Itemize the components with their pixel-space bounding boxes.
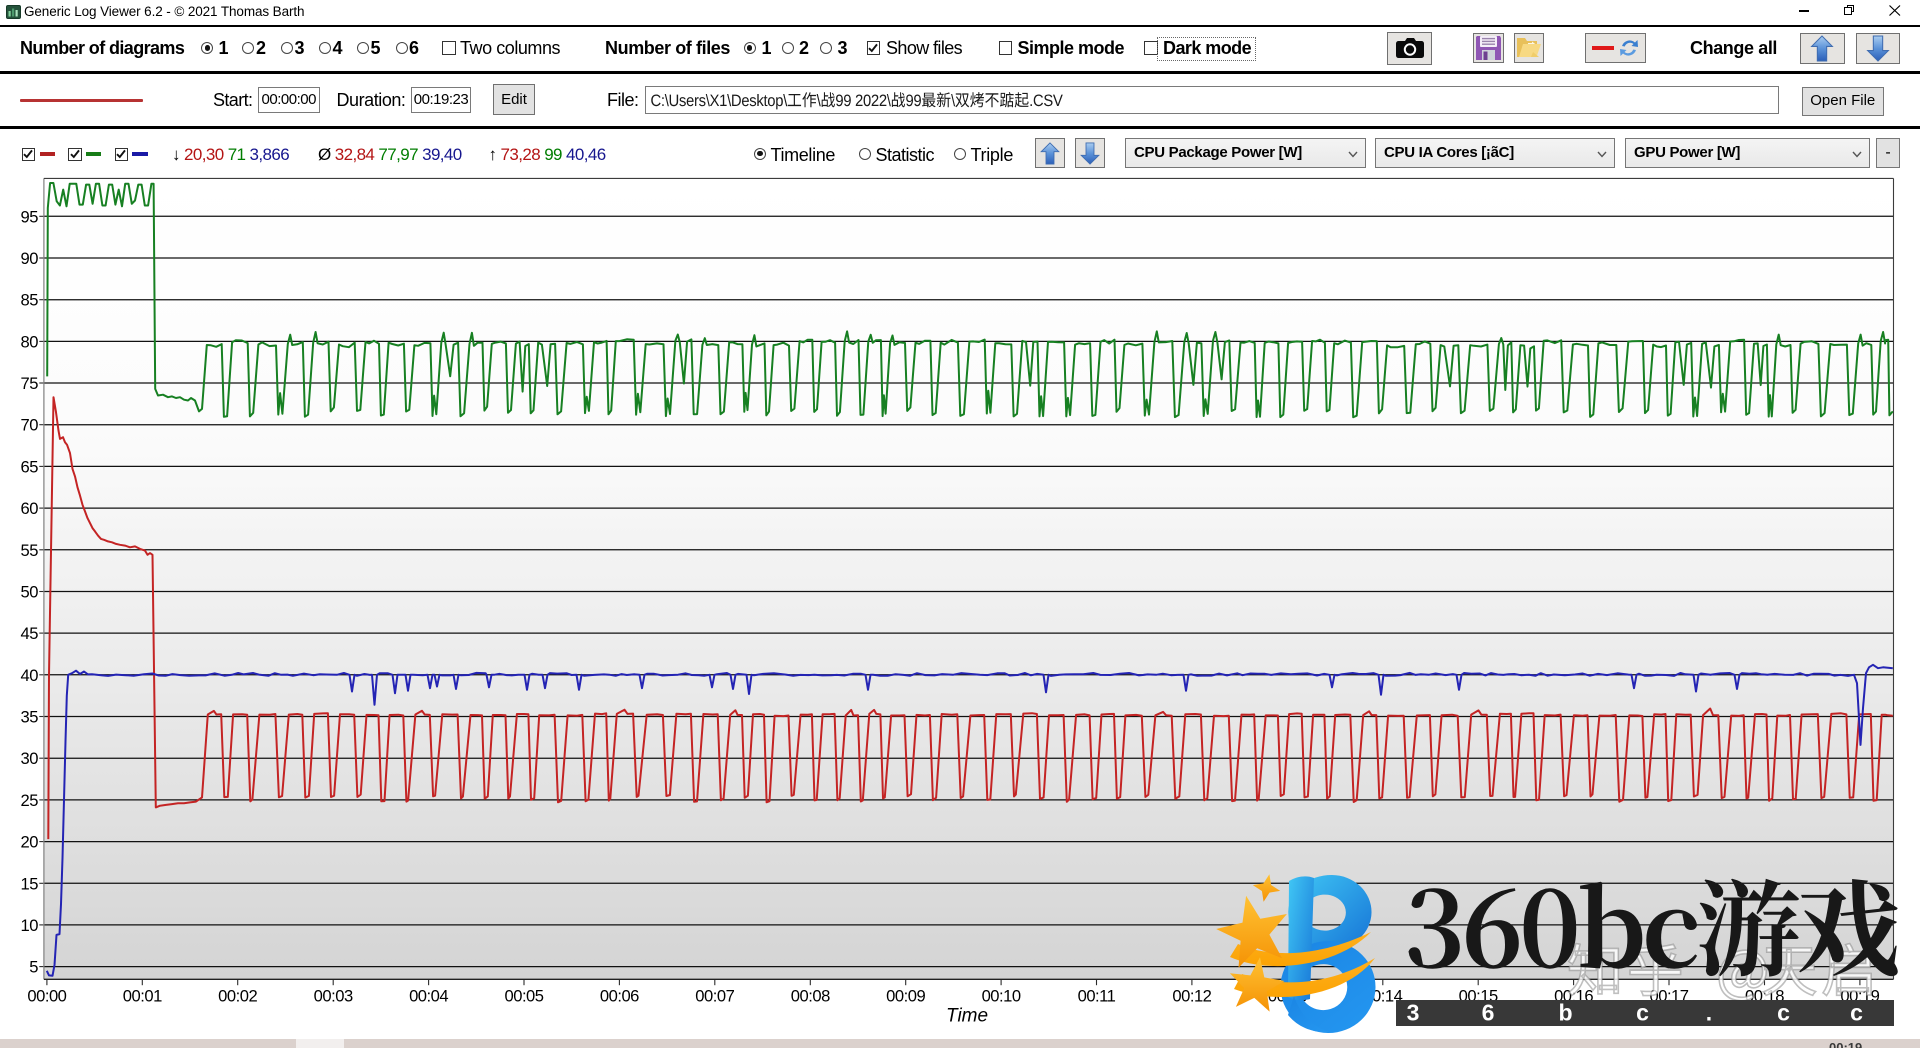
svg-text:00:04: 00:04 (409, 987, 448, 1006)
svg-text:3: 3 (1407, 1000, 1420, 1026)
svg-text:70: 70 (21, 416, 39, 435)
svg-text:45: 45 (21, 624, 39, 643)
svg-text:c: c (1777, 1000, 1790, 1026)
svg-text:65: 65 (21, 457, 39, 476)
svg-text:10: 10 (21, 916, 39, 935)
svg-text:80: 80 (21, 332, 39, 351)
svg-text:00:09: 00:09 (886, 987, 925, 1006)
svg-text:25: 25 (21, 791, 39, 810)
svg-text:30: 30 (21, 749, 39, 768)
svg-text:00:10: 00:10 (982, 987, 1021, 1006)
svg-text:00:07: 00:07 (695, 987, 734, 1006)
svg-text:75: 75 (21, 374, 39, 393)
svg-text:60: 60 (21, 499, 39, 518)
svg-text:00:01: 00:01 (123, 987, 162, 1006)
svg-text:35: 35 (21, 708, 39, 727)
svg-text:00:08: 00:08 (791, 987, 830, 1006)
svg-text:00:12: 00:12 (1172, 987, 1211, 1006)
svg-text:00:06: 00:06 (600, 987, 639, 1006)
svg-text:00:05: 00:05 (504, 987, 543, 1006)
svg-text:c: c (1636, 1000, 1649, 1026)
svg-text:6: 6 (1482, 1000, 1495, 1026)
svg-text:90: 90 (21, 249, 39, 268)
svg-text:00:02: 00:02 (218, 987, 257, 1006)
svg-text:55: 55 (21, 541, 39, 560)
svg-text:.: . (1706, 1000, 1712, 1026)
svg-text:5: 5 (29, 958, 38, 977)
svg-text:15: 15 (21, 874, 39, 893)
svg-text:00:03: 00:03 (314, 987, 353, 1006)
svg-text:50: 50 (21, 583, 39, 602)
svg-text:b: b (1558, 1000, 1572, 1026)
svg-text:40: 40 (21, 666, 39, 685)
svg-text:95: 95 (21, 207, 39, 226)
svg-text:00:11: 00:11 (1078, 987, 1116, 1006)
svg-text:c: c (1850, 1000, 1863, 1026)
svg-text:Time: Time (946, 1006, 988, 1027)
svg-text:85: 85 (21, 291, 39, 310)
svg-text:00:00: 00:00 (27, 987, 66, 1006)
svg-text:20: 20 (21, 833, 39, 852)
